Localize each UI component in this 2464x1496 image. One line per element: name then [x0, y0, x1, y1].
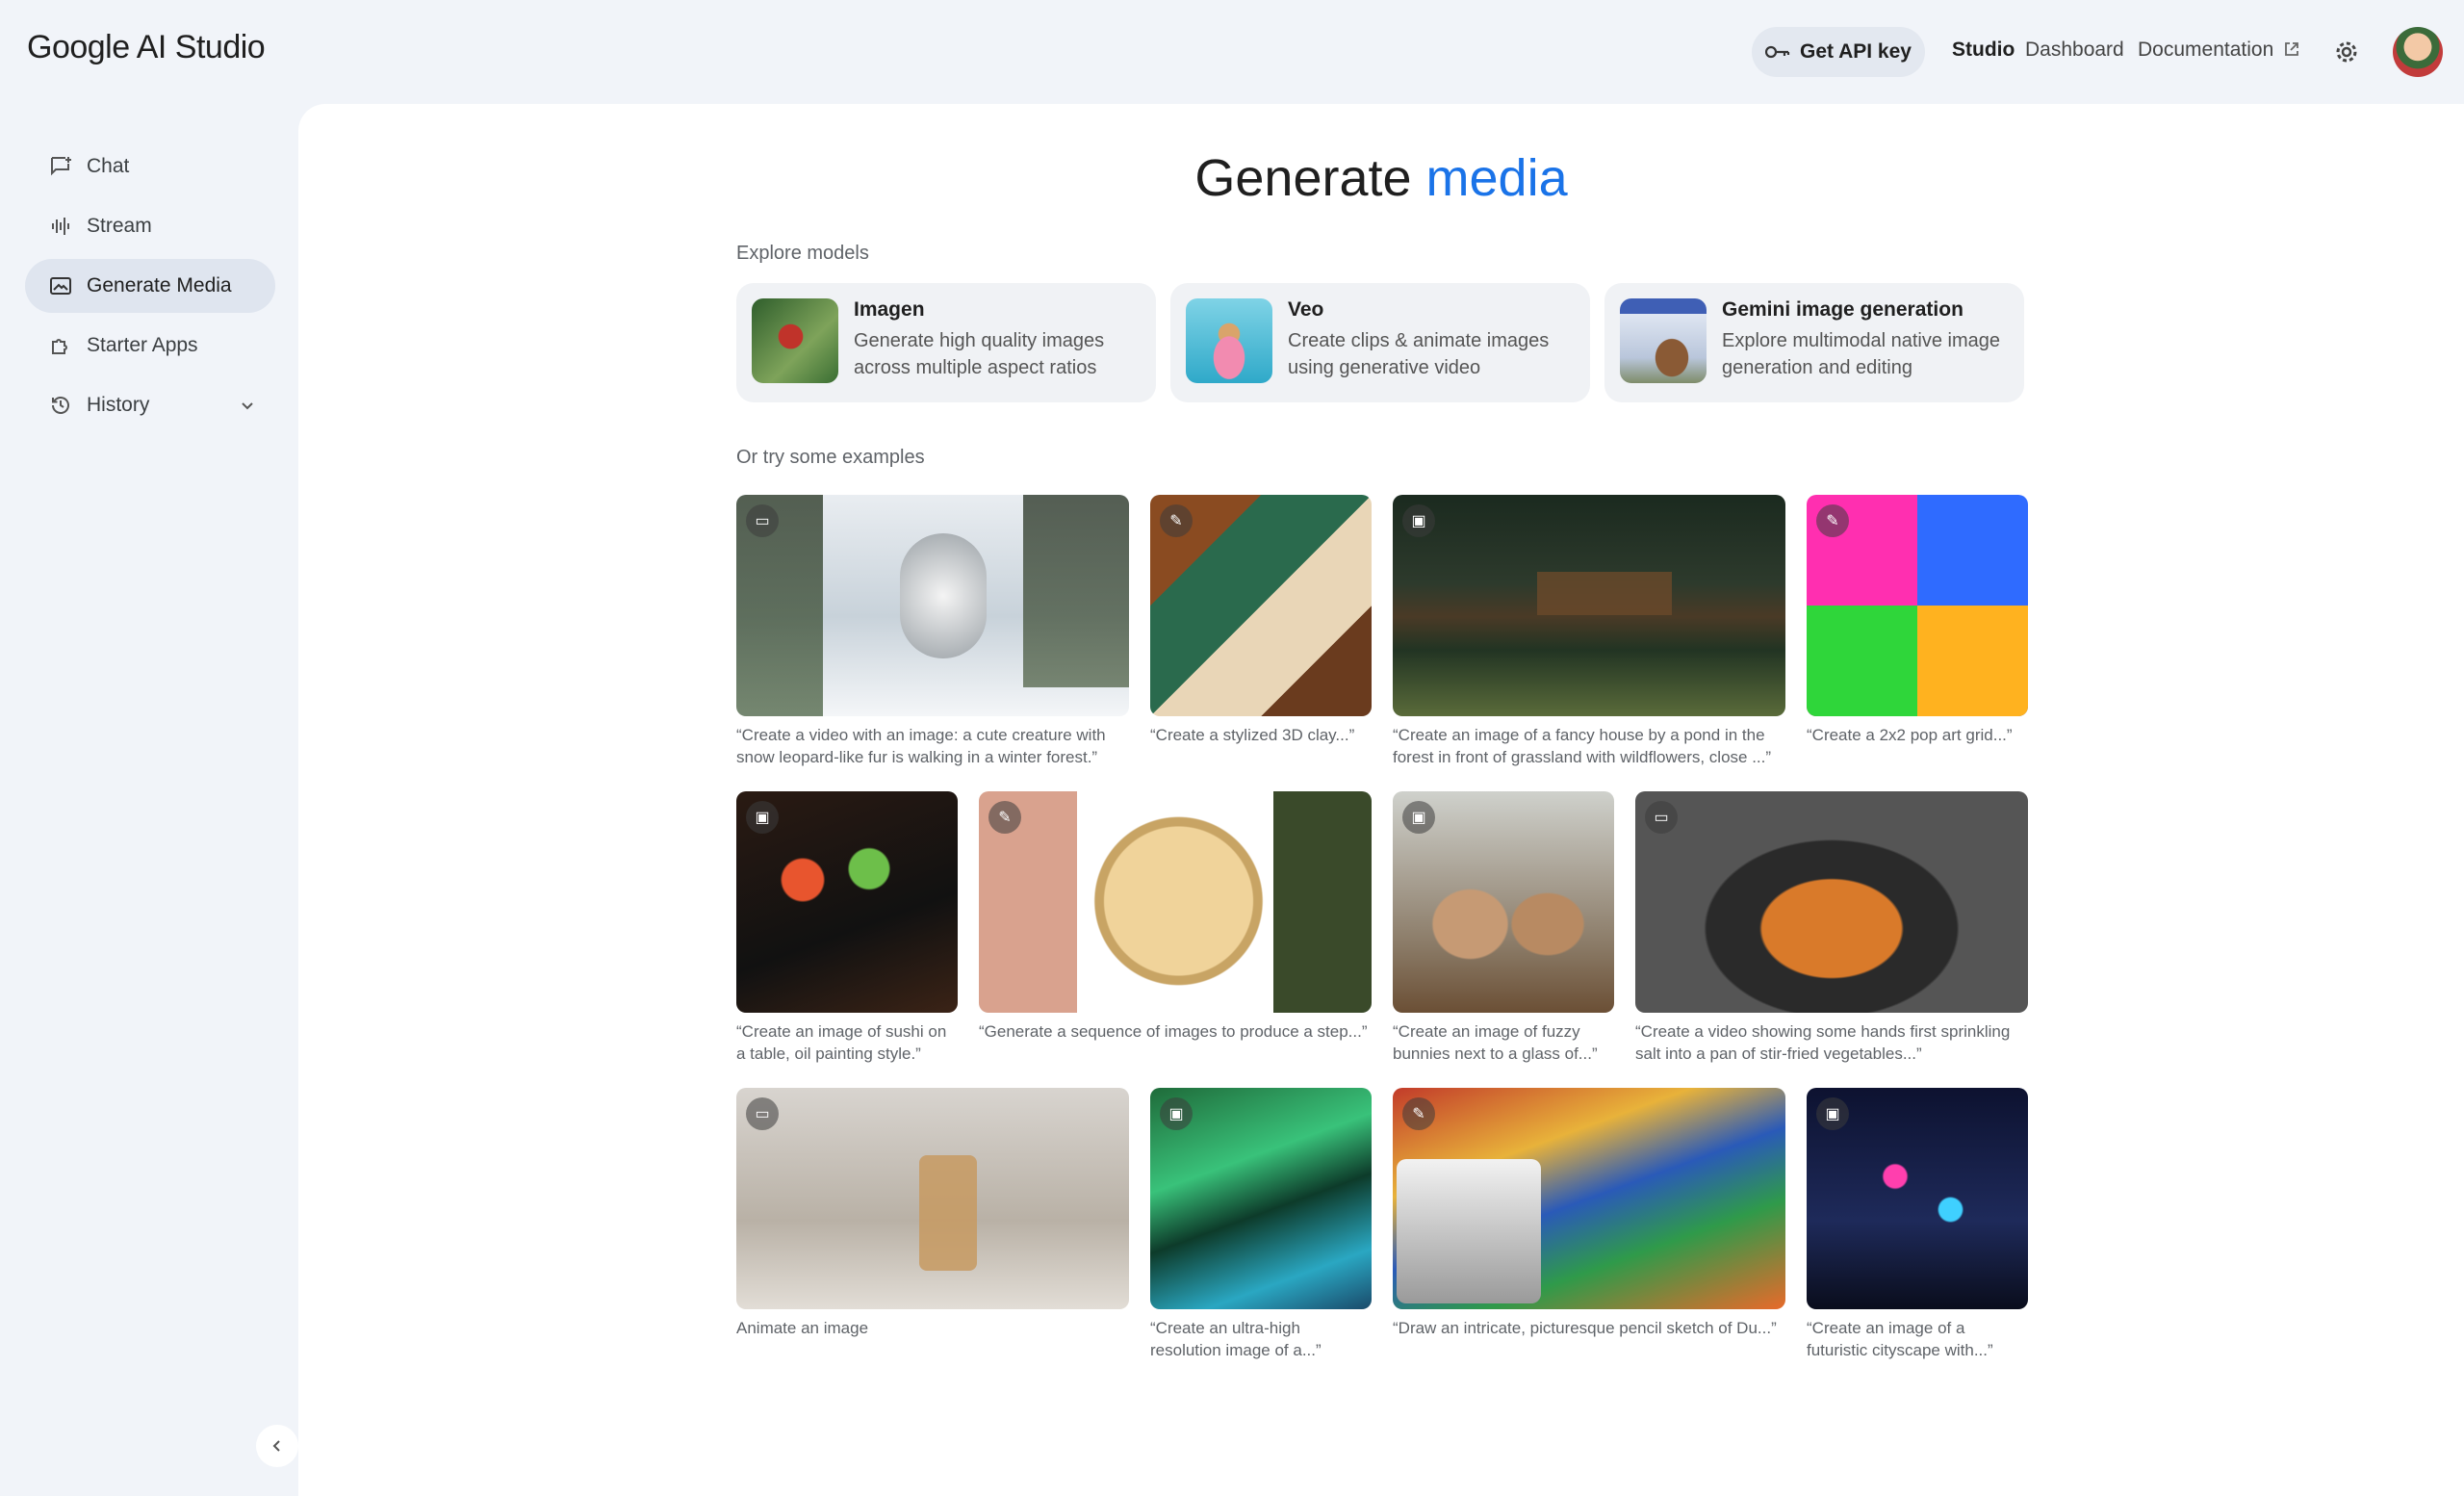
get-api-key-button[interactable]: Get API key — [1752, 27, 1925, 77]
model-name: Gemini image generation — [1722, 298, 1964, 321]
example-caption: “Draw an intricate, picturesque pencil s… — [1393, 1319, 1777, 1337]
stream-icon — [48, 214, 73, 239]
video-icon: ▭ — [746, 504, 779, 537]
edit-image-icon: ✎ — [988, 801, 1021, 834]
sidebar-item-history[interactable]: History — [25, 378, 275, 432]
app-logo[interactable]: Google AI Studio — [27, 29, 266, 66]
sidebar-item-label: History — [87, 394, 150, 416]
image-icon: ▣ — [1160, 1097, 1193, 1130]
documentation-label: Documentation — [2138, 39, 2274, 61]
video-icon: ▭ — [1645, 801, 1678, 834]
key-icon — [1765, 45, 1790, 59]
sidebar-item-starter-apps[interactable]: Starter Apps — [25, 319, 275, 373]
chevron-left-icon — [272, 1440, 280, 1452]
sidebar-item-label: Starter Apps — [87, 334, 198, 356]
edit-image-icon: ✎ — [1816, 504, 1849, 537]
studio-link[interactable]: Studio — [1952, 39, 2015, 62]
chevron-down-icon[interactable] — [239, 397, 256, 414]
example-image — [1635, 791, 2028, 1013]
logo-google-text: Google — [27, 29, 130, 65]
history-icon — [48, 393, 73, 418]
explore-models-label: Explore models — [736, 243, 869, 264]
puzzle-icon — [48, 333, 73, 358]
video-icon: ▭ — [746, 1097, 779, 1130]
sidebar-item-stream[interactable]: Stream — [25, 199, 275, 253]
page-title-plain: Generate — [1194, 149, 1412, 207]
sidebar-item-chat[interactable]: Chat — [25, 140, 275, 193]
edit-image-icon: ✎ — [1402, 1097, 1435, 1130]
model-name: Imagen — [854, 298, 925, 321]
sidebar-item-label: Generate Media — [87, 274, 232, 297]
example-image — [1393, 495, 1785, 716]
main-panel: Generate media Explore models Imagen Gen… — [298, 104, 2464, 1496]
model-card-gemini-image-generation[interactable]: Gemini image generation Explore multimod… — [1604, 283, 2024, 402]
example-image — [736, 495, 1129, 716]
sidebar-item-generate-media[interactable]: Generate Media — [25, 259, 275, 313]
example-caption: “Create an image of sushi on a table, oi… — [736, 1022, 947, 1063]
gemini-image-thumbnail — [1620, 298, 1707, 383]
model-card-imagen[interactable]: Imagen Generate high quality images acro… — [736, 283, 1156, 402]
page-title: Generate media — [298, 148, 2464, 208]
example-caption: “Create an ultra-high resolution image o… — [1150, 1319, 1322, 1359]
example-caption: “Create an image of a futuristic citysca… — [1807, 1319, 1993, 1359]
image-icon — [48, 273, 73, 298]
get-api-key-label: Get API key — [1800, 40, 1912, 63]
imagen-thumbnail — [752, 298, 838, 383]
example-caption: “Create a video showing some hands first… — [1635, 1022, 2011, 1063]
example-caption: Animate an image — [736, 1319, 869, 1337]
example-caption: “Generate a sequence of images to produc… — [979, 1022, 1368, 1041]
veo-thumbnail — [1186, 298, 1272, 383]
model-description: Explore multimodal native image generati… — [1722, 330, 2001, 378]
user-avatar[interactable] — [2393, 27, 2443, 77]
example-image — [979, 791, 1372, 1013]
collapse-sidebar-button[interactable] — [256, 1425, 298, 1467]
examples-label: Or try some examples — [736, 447, 925, 468]
sidebar-item-label: Chat — [87, 155, 130, 177]
dashboard-link[interactable]: Dashboard — [2025, 39, 2124, 62]
image-icon: ▣ — [1402, 504, 1435, 537]
example-image — [736, 1088, 1129, 1309]
example-caption: “Create a video with an image: a cute cr… — [736, 726, 1106, 766]
model-card-veo[interactable]: Veo Create clips & animate images using … — [1170, 283, 1590, 402]
example-caption: “Create an image of a fancy house by a p… — [1393, 726, 1772, 766]
model-description: Create clips & animate images using gene… — [1288, 330, 1550, 378]
example-caption: “Create a stylized 3D clay...” — [1150, 726, 1355, 744]
documentation-link[interactable]: Documentation — [2138, 39, 2300, 62]
image-icon: ▣ — [746, 801, 779, 834]
logo-product-text: AI Studio — [136, 29, 266, 65]
chat-icon — [48, 154, 73, 179]
edit-image-icon: ✎ — [1160, 504, 1193, 537]
example-image — [1393, 1088, 1785, 1309]
model-description: Generate high quality images across mult… — [854, 330, 1105, 378]
model-name: Veo — [1288, 298, 1324, 321]
image-icon: ▣ — [1816, 1097, 1849, 1130]
example-caption: “Create an image of fuzzy bunnies next t… — [1393, 1022, 1598, 1063]
external-link-icon — [2285, 42, 2298, 56]
image-icon: ▣ — [1402, 801, 1435, 834]
settings-gear-icon[interactable] — [2331, 37, 2362, 67]
sidebar-item-label: Stream — [87, 215, 152, 237]
top-bar: Google AI Studio Get API key Studio Dash… — [0, 0, 2464, 104]
page-title-accent: media — [1425, 149, 1568, 207]
example-caption: “Create a 2x2 pop art grid...” — [1807, 726, 2013, 744]
